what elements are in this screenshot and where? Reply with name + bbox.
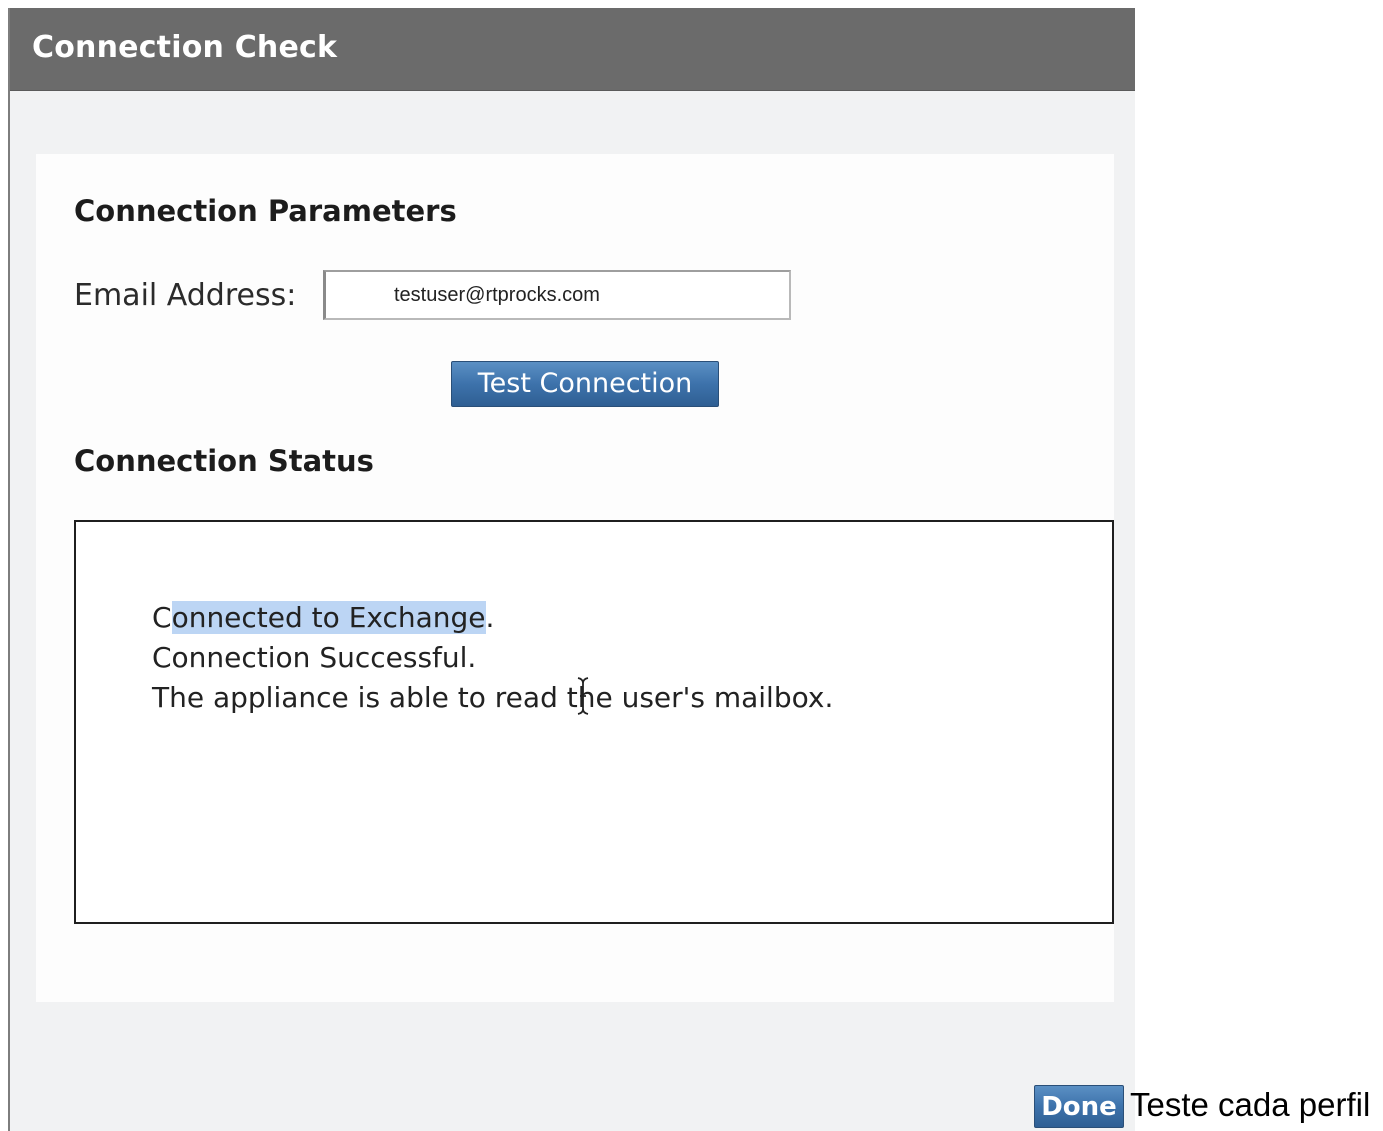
- connection-parameters-heading: Connection Parameters: [74, 194, 457, 228]
- status-line-end: .: [485, 601, 495, 634]
- text-cursor-icon: [577, 677, 589, 715]
- email-address-label: Email Address:: [74, 278, 297, 313]
- content-panel: Connection Parameters Email Address: Tes…: [36, 154, 1114, 1002]
- dialog-title: Connection Check: [32, 30, 338, 65]
- test-connection-button[interactable]: Test Connection: [451, 361, 719, 407]
- dialog-titlebar: Connection Check: [10, 8, 1135, 91]
- status-line-connected: Connected to Exchange.: [152, 598, 833, 638]
- caption-text: Teste cada perfil: [1130, 1086, 1371, 1123]
- email-address-input[interactable]: [323, 270, 791, 320]
- done-button[interactable]: Done: [1034, 1085, 1124, 1128]
- selected-text: onnected to Exchange: [171, 601, 486, 634]
- connection-status-box[interactable]: Connected to Exchange. Connection Succes…: [74, 520, 1114, 924]
- status-text: Connected to Exchange. Connection Succes…: [152, 598, 833, 718]
- connection-status-heading: Connection Status: [74, 444, 374, 478]
- connection-check-dialog: Connection Check Connection Parameters E…: [8, 8, 1135, 1131]
- status-line-mailbox: The appliance is able to read the user's…: [152, 681, 834, 714]
- status-line-first-char: C: [152, 601, 172, 634]
- status-line-successful: Connection Successful.: [152, 641, 477, 674]
